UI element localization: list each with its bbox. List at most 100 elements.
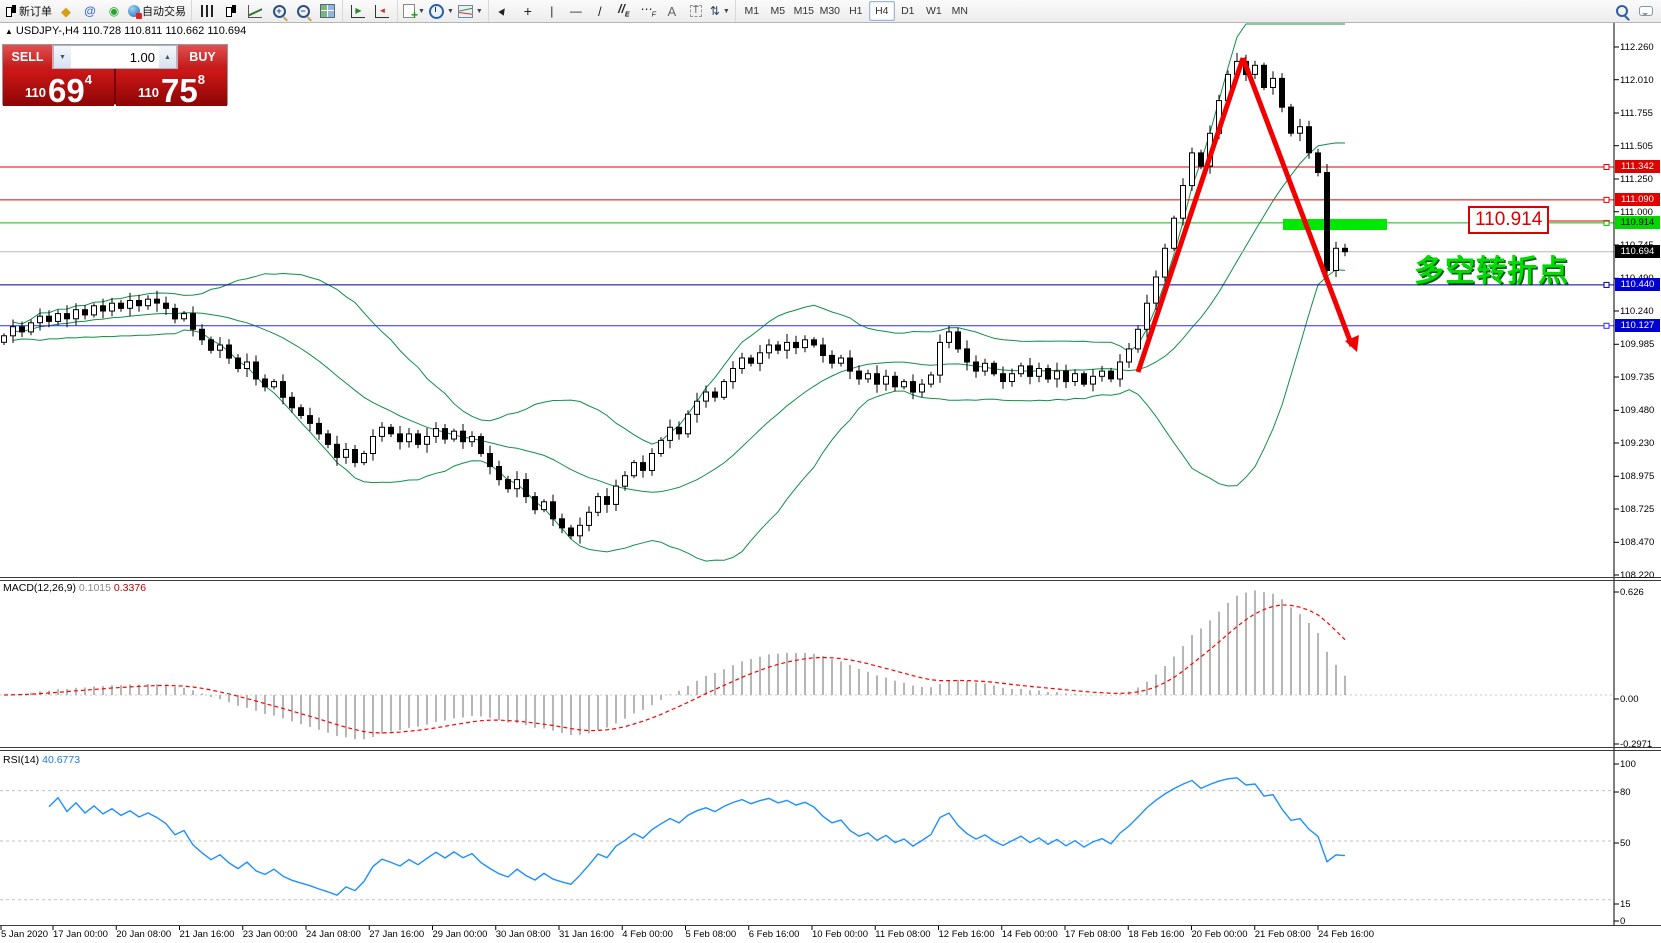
rsi-value: 40.6773 xyxy=(42,754,80,766)
chat-button[interactable] xyxy=(1634,2,1658,21)
time-axis-label: 4 Feb 00:00 xyxy=(622,929,673,940)
timeframe-M1[interactable]: M1 xyxy=(739,1,765,21)
symbol-marker-icon: ▲ xyxy=(5,27,13,36)
right-tools-group xyxy=(1607,0,1661,22)
timeframe-M30[interactable]: M30 xyxy=(817,1,843,21)
indicators-icon xyxy=(458,5,473,18)
channel-icon: //E xyxy=(618,3,629,18)
chart-shift-button[interactable]: ◄ xyxy=(370,2,394,21)
macd-main-value: 0.1015 xyxy=(79,582,111,594)
signals-icon: ◉ xyxy=(109,5,119,17)
timeframe-MN[interactable]: MN xyxy=(947,1,973,21)
text-label-icon: T xyxy=(690,5,702,17)
price-annotation-box[interactable]: 110.914 xyxy=(1468,206,1549,234)
time-axis-label: 31 Jan 16:00 xyxy=(559,929,614,940)
price-level-badge: 110.914 xyxy=(1615,216,1660,229)
price-level-badge: 110.440 xyxy=(1615,278,1660,291)
time-axis-label: 20 Jan 08:00 xyxy=(116,929,171,940)
sell-price-tile[interactable]: 110 69 4 xyxy=(3,69,114,106)
macd-scale-label: -0.2971 xyxy=(1620,739,1652,750)
profiles-clock-icon xyxy=(429,4,444,19)
signals-button[interactable]: ◉ xyxy=(102,2,126,21)
tile-windows-button[interactable] xyxy=(315,2,339,21)
horizontal-line-icon: — xyxy=(570,5,582,17)
community-button[interactable]: @ xyxy=(78,2,102,21)
arrows-icon: ⇅ xyxy=(710,5,720,17)
chart-manage-group: ▼ ▼ ▼ xyxy=(397,0,488,22)
chart-symbol-title: ▲USDJPY-,H4 110.728 110.811 110.662 110.… xyxy=(5,25,246,37)
timeframes-group: M1M5M15M30H1H4D1W1MN xyxy=(735,0,976,22)
deposit-icon: ◆ xyxy=(61,5,71,18)
new-order-button[interactable]: 新订单 xyxy=(3,2,54,21)
zoom-in-button[interactable]: + xyxy=(267,2,291,21)
indicators-button[interactable]: ▼ xyxy=(456,2,485,21)
text-button[interactable]: A xyxy=(660,2,684,21)
sell-button[interactable]: SELL xyxy=(3,45,53,69)
volume-up-button[interactable]: ▲ xyxy=(159,46,176,68)
text-label-button[interactable]: T xyxy=(684,2,708,21)
price-level-badge: 110.127 xyxy=(1615,319,1660,332)
macd-scale-label: 0.626 xyxy=(1620,587,1644,598)
crosshair-button[interactable]: + xyxy=(516,2,540,21)
autotrade-button[interactable]: 自动交易 xyxy=(126,2,188,21)
buy-price-tile[interactable]: 110 75 8 xyxy=(116,69,227,106)
buy-button[interactable]: BUY xyxy=(177,45,227,69)
main-chart-canvas[interactable] xyxy=(0,0,1661,943)
fibonacci-button[interactable]: ⋯F xyxy=(636,2,660,21)
trendline-button[interactable]: / xyxy=(588,2,612,21)
deposit-button[interactable]: ◆ xyxy=(54,2,78,21)
timeframe-W1[interactable]: W1 xyxy=(921,1,947,21)
time-axis-label: 30 Jan 08:00 xyxy=(496,929,551,940)
arrows-button[interactable]: ⇅▼ xyxy=(708,2,732,21)
sell-price-big: 69 xyxy=(48,77,85,104)
time-axis-label: 20 Feb 00:00 xyxy=(1192,929,1248,940)
price-axis-label: 111.505 xyxy=(1620,141,1653,152)
sell-price-pip: 4 xyxy=(85,72,92,87)
sell-price-figure: 110 xyxy=(25,85,46,100)
bar-chart-button[interactable] xyxy=(195,2,219,21)
volume-down-button[interactable]: ▼ xyxy=(54,46,71,68)
time-axis-label: 27 Jan 16:00 xyxy=(369,929,424,940)
timeframe-D1[interactable]: D1 xyxy=(895,1,921,21)
horizontal-line-button[interactable]: — xyxy=(564,2,588,21)
channel-button[interactable]: //E xyxy=(612,2,636,21)
one-click-trading-panel: SELL ▼ ▲ BUY 110 69 4 110 75 8 xyxy=(2,44,228,105)
autotrade-label: 自动交易 xyxy=(142,3,186,19)
time-axis-label: 11 Feb 08:00 xyxy=(875,929,930,940)
new-chart-button[interactable]: ▼ xyxy=(401,2,427,21)
new-chart-icon xyxy=(403,4,415,18)
time-axis-label: 23 Jan 00:00 xyxy=(243,929,298,940)
text-icon: A xyxy=(667,5,676,18)
profiles-button[interactable]: ▼ xyxy=(427,2,456,21)
vertical-line-button[interactable]: | xyxy=(540,2,564,21)
rsi-scale-label: 80 xyxy=(1620,787,1631,798)
bar-chart-icon xyxy=(201,5,213,17)
auto-scroll-button[interactable]: ▶ xyxy=(346,2,370,21)
price-axis-label: 111.755 xyxy=(1620,108,1653,119)
cursor-button[interactable]: ► xyxy=(492,2,516,21)
time-axis-label: 5 Feb 08:00 xyxy=(686,929,737,940)
crosshair-icon: + xyxy=(524,4,532,18)
zoom-out-button[interactable]: − xyxy=(291,2,315,21)
timeframe-H1[interactable]: H1 xyxy=(843,1,869,21)
chart-type-group: + − xyxy=(191,0,342,22)
time-axis-label: 21 Feb 08:00 xyxy=(1255,929,1311,940)
timeframe-M5[interactable]: M5 xyxy=(765,1,791,21)
macd-signal-value: 0.3376 xyxy=(114,582,146,594)
macd-label: MACD(12,26,9) 0.1015 0.3376 xyxy=(3,582,146,594)
buy-price-pip: 8 xyxy=(198,72,205,87)
standard-toolbar-group: 新订单 ◆ @ ◉ 自动交易 xyxy=(0,0,191,22)
line-chart-button[interactable] xyxy=(243,2,267,21)
rsi-scale-label: 0 xyxy=(1620,916,1625,927)
price-axis-label: 112.010 xyxy=(1620,75,1654,86)
search-button[interactable] xyxy=(1610,2,1634,21)
volume-input[interactable] xyxy=(71,46,159,68)
candlestick-button[interactable] xyxy=(219,2,243,21)
rsi-scale-label: 15 xyxy=(1620,899,1631,910)
buy-price-figure: 110 xyxy=(138,85,159,100)
price-axis-label: 112.260 xyxy=(1620,42,1654,53)
price-axis-label: 108.470 xyxy=(1620,537,1654,548)
timeframe-H4[interactable]: H4 xyxy=(869,1,895,21)
timeframe-M15[interactable]: M15 xyxy=(791,1,817,21)
time-axis-label: 10 Feb 00:00 xyxy=(812,929,868,940)
